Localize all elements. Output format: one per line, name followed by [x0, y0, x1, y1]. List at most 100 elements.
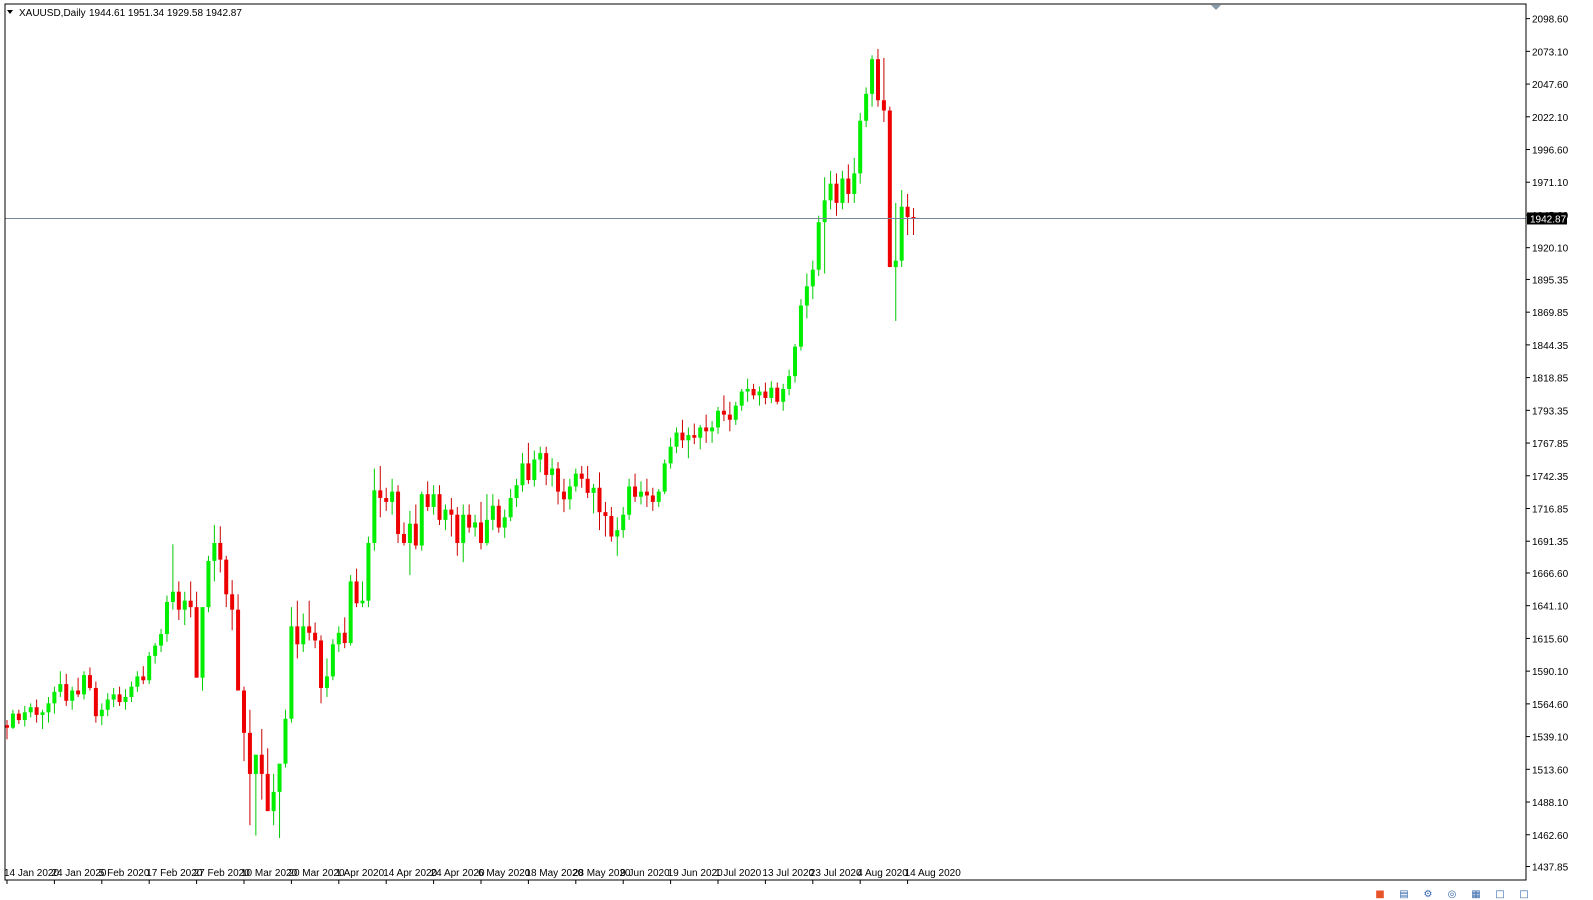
candle-bull [567, 486, 572, 500]
candle-bear [224, 559, 229, 595]
ohlc-readout: 1944.61 1951.34 1929.58 1942.87 [89, 8, 242, 19]
price-tick-label: 2098.60 [1532, 15, 1569, 26]
candle-bull [502, 517, 507, 528]
candle-bull [793, 346, 798, 377]
price-tick-label: 1691.35 [1532, 537, 1569, 548]
candle-bear [401, 533, 406, 543]
candle-bull [147, 655, 152, 681]
shift-marker-icon[interactable] [1211, 5, 1221, 10]
candle-bull [840, 178, 845, 203]
candle-bull [710, 427, 715, 432]
price-tick-label: 1920.10 [1532, 244, 1569, 255]
candle-bull [82, 675, 87, 695]
time-tick-label: 14 Aug 2020 [905, 868, 962, 879]
candle-bull [419, 494, 424, 546]
candlestick-chart[interactable]: XAUUSD,Daily 1944.61 1951.34 1929.58 194… [0, 0, 1593, 900]
window-icon[interactable]: □ [1518, 889, 1530, 900]
candle-bull [757, 391, 762, 396]
price-tick-label: 1971.10 [1532, 178, 1569, 189]
time-tick-label: 14 Apr 2020 [383, 868, 437, 879]
candle-bear [425, 494, 430, 508]
candle-bull [698, 427, 703, 438]
chart-window[interactable]: XAUUSD,Daily 1944.61 1951.34 1929.58 194… [0, 0, 1593, 900]
time-tick-label: 23 Jul 2020 [810, 868, 862, 879]
time-tick-label: 1 Apr 2020 [336, 868, 385, 879]
candle-bear [295, 626, 300, 645]
candle-bull [324, 676, 329, 688]
price-tick-label: 1996.60 [1532, 146, 1569, 157]
symbol-label: XAUUSD,Daily [19, 8, 86, 19]
candle-bull [787, 376, 792, 389]
plot-frame [4, 3, 1527, 881]
candle-bull [615, 530, 620, 537]
candle-bull [490, 505, 495, 520]
candle-bull [283, 718, 288, 764]
candle-bull [22, 712, 27, 721]
candle-bear [751, 388, 756, 396]
candle-bear [236, 609, 241, 691]
candle-bull [407, 523, 412, 543]
price-tick-label: 1844.35 [1532, 341, 1569, 352]
candle-bear [887, 110, 892, 268]
candle-bear [680, 432, 685, 441]
grid-icon[interactable]: ▦ [1470, 889, 1482, 900]
candle-bull [170, 591, 175, 602]
candle-bull [366, 542, 371, 601]
candle-bear [141, 676, 146, 681]
candle-bull [621, 514, 626, 531]
candle-bear [87, 675, 92, 688]
candle-bull [852, 173, 857, 194]
price-tick-label: 1564.60 [1532, 700, 1569, 711]
candle-bull [484, 519, 489, 543]
app-icon[interactable]: ■ [1374, 889, 1386, 900]
triangle-down-icon[interactable] [7, 10, 13, 14]
candle-bull [573, 473, 578, 487]
candle-bear [846, 178, 851, 194]
candle-bull [674, 432, 679, 447]
candle-bull [348, 581, 353, 644]
settings-icon[interactable]: ⚙ [1422, 889, 1434, 900]
chart-icon[interactable]: ▤ [1398, 889, 1410, 900]
price-tick-label: 1767.85 [1532, 439, 1569, 450]
candle-bull [105, 699, 110, 710]
globe-icon[interactable]: ◎ [1446, 889, 1458, 900]
candle-bear [265, 773, 270, 812]
candle-bear [342, 632, 347, 644]
window-icon[interactable]: □ [1494, 889, 1506, 900]
candle-bear [763, 391, 768, 398]
price-axis: 2098.60 2073.10 2047.60 2022.10 1996.60 1971.… [1526, 15, 1569, 874]
candle-bear [230, 594, 235, 610]
candle-bull [769, 387, 774, 398]
candle-bear [5, 725, 9, 728]
candle-bear [881, 100, 886, 111]
candle-bull [164, 601, 169, 635]
candle-bull [532, 459, 537, 481]
candle-bear [188, 600, 193, 608]
candle-bear [378, 490, 383, 499]
candle-bull [810, 269, 815, 287]
candle-bear [775, 387, 780, 402]
candle-bull [301, 626, 306, 645]
candle-bear [307, 626, 312, 633]
candle-bull [686, 435, 691, 441]
candle-bear [449, 509, 454, 515]
candle-bull [58, 684, 63, 692]
candle-bear [585, 478, 590, 493]
candle-bull [10, 713, 15, 728]
candle-bull [858, 120, 863, 174]
candle-bear [692, 435, 697, 438]
candle-bear [479, 522, 483, 543]
time-tick-label: 9 Jun 2020 [620, 868, 670, 879]
candle-bear [194, 607, 199, 678]
candle-bull [111, 694, 116, 700]
price-tick-label: 1869.85 [1532, 308, 1569, 319]
candle-bull [129, 686, 134, 697]
candle-bull [538, 453, 543, 460]
price-tick-label: 2047.60 [1532, 80, 1569, 91]
candle-bear [34, 707, 39, 715]
price-tick-label: 1716.85 [1532, 504, 1569, 515]
candle-bull [360, 600, 365, 604]
candle-bull [514, 485, 519, 499]
candle-bull [899, 206, 904, 261]
price-tick-label: 1793.35 [1532, 406, 1569, 417]
